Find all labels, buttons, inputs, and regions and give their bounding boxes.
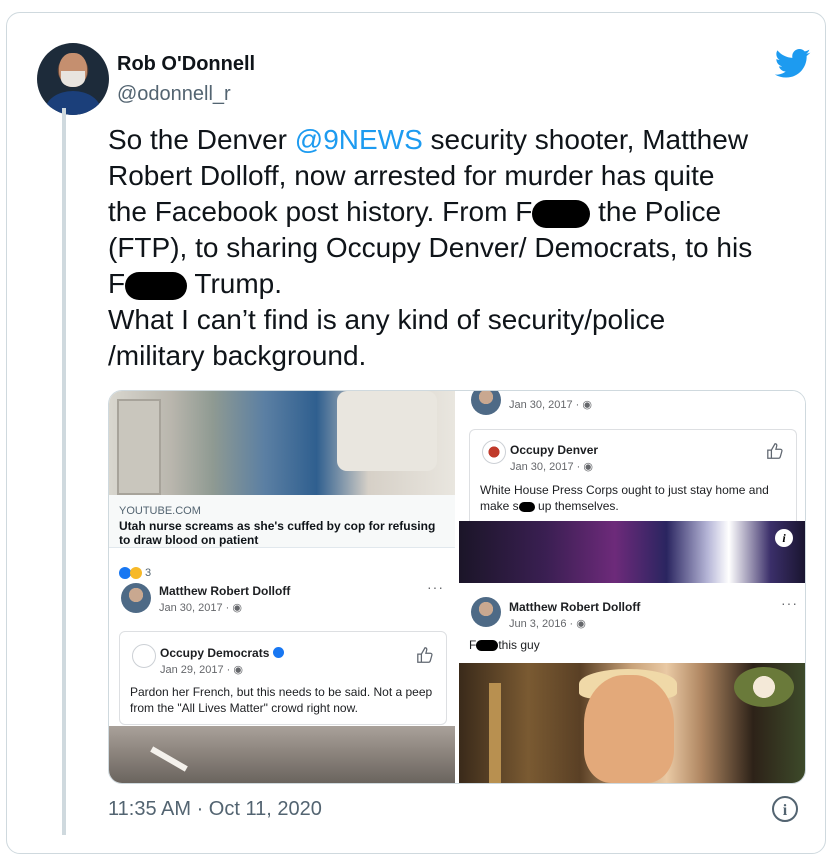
fb-post-text-a: F [469, 638, 477, 652]
reaction-count: 3 [145, 567, 152, 579]
link-title: Utah nurse screams as she's cuffed by co… [119, 519, 436, 547]
shared-page-name-text: Occupy Democrats [160, 646, 270, 660]
tweet-text-intro: So the Denver [108, 124, 295, 155]
author-name[interactable]: Rob O'Donnell [117, 53, 255, 76]
fb-avatar [471, 597, 501, 627]
page-logo-icon [482, 440, 506, 464]
info-icon[interactable]: i [775, 529, 793, 547]
shared-post-date-text: Jan 29, 2017 · [160, 664, 231, 676]
shared-post-text-b: up themselves. [534, 499, 619, 513]
tweet-timestamp[interactable]: 11:35 AM · Oct 11, 2020 [108, 798, 322, 821]
fb-post-author: Matthew Robert Dolloff [509, 600, 641, 614]
shared-post-image: i [459, 521, 805, 583]
thread-line [62, 108, 66, 835]
redaction-mark [476, 640, 499, 652]
globe-icon: ◉ [233, 664, 244, 676]
globe-icon: ◉ [582, 399, 593, 411]
shared-post-image [109, 726, 455, 783]
thumbs-up-icon [417, 647, 433, 663]
twitter-bird-icon[interactable] [775, 49, 811, 79]
tweet-text: So the Denver @9NEWS security shooter, M… [108, 122, 798, 374]
shared-post-date: Jan 30, 2017 · ◉ [510, 460, 593, 473]
fb-avatar [471, 391, 501, 415]
fb-post-date-text: Jan 30, 2017 · [159, 602, 230, 614]
wow-reaction-icon [130, 567, 142, 579]
info-icon[interactable]: i [772, 796, 798, 822]
shared-post-card: Occupy Democrats Jan 29, 2017 · ◉ Pardon… [119, 631, 447, 725]
redaction-mark [518, 501, 535, 512]
globe-icon: ◉ [232, 602, 243, 614]
globe-icon: ◉ [583, 461, 594, 473]
reactions: 3 [119, 567, 151, 579]
shared-page-name: Occupy Denver [510, 443, 599, 457]
thumbs-up-icon [767, 443, 783, 459]
fb-post-date: Jun 3, 2016 · ◉ [509, 617, 586, 630]
fb-post-date-text: Jun 3, 2016 · [509, 618, 574, 630]
tweet-text-part-c: Trump. What I can’t find is any kind of … [108, 268, 666, 371]
fb-post-text: Fthis guy [469, 637, 540, 653]
more-options-icon: ··· [427, 579, 444, 595]
author-handle[interactable]: @odonnell_r [117, 83, 231, 106]
shared-post-date: Jan 29, 2017 · ◉ [160, 663, 243, 676]
fb-avatar [121, 583, 151, 613]
link-preview-image [109, 391, 455, 495]
shared-post-text: Pardon her French, but this needs to be … [130, 685, 433, 715]
fb-post-author: Matthew Robert Dolloff [159, 584, 291, 598]
fb-post-date-text: Jan 30, 2017 · [509, 399, 580, 411]
cropped-post-header: Jan 30, 2017 · ◉ [459, 391, 805, 421]
author-avatar[interactable] [37, 43, 109, 115]
shared-page-name: Occupy Democrats [160, 646, 285, 660]
link-preview: YOUTUBE.COM Utah nurse screams as she's … [109, 495, 455, 548]
fb-post-text-b: this guy [498, 638, 540, 652]
page-logo-icon [132, 644, 156, 668]
tweet-media[interactable]: YOUTUBE.COM Utah nurse screams as she's … [108, 390, 806, 784]
shared-post-date-text: Jan 30, 2017 · [510, 461, 581, 473]
shared-post-card: Occupy Denver Jan 30, 2017 · ◉ White Hou… [469, 429, 797, 522]
redaction-mark [125, 271, 188, 300]
shared-post-text: White House Press Corps ought to just st… [480, 482, 786, 514]
globe-icon: ◉ [576, 618, 586, 630]
verified-icon [273, 647, 285, 658]
fb-post-date: Jan 30, 2017 · ◉ [159, 601, 242, 614]
fb-post-date: Jan 30, 2017 · ◉ [509, 398, 592, 411]
link-source: YOUTUBE.COM [119, 505, 201, 517]
fb-post-image [459, 663, 805, 783]
mention-link[interactable]: @9NEWS [295, 124, 423, 155]
redaction-mark [532, 199, 591, 228]
more-options-icon: ··· [781, 595, 798, 611]
